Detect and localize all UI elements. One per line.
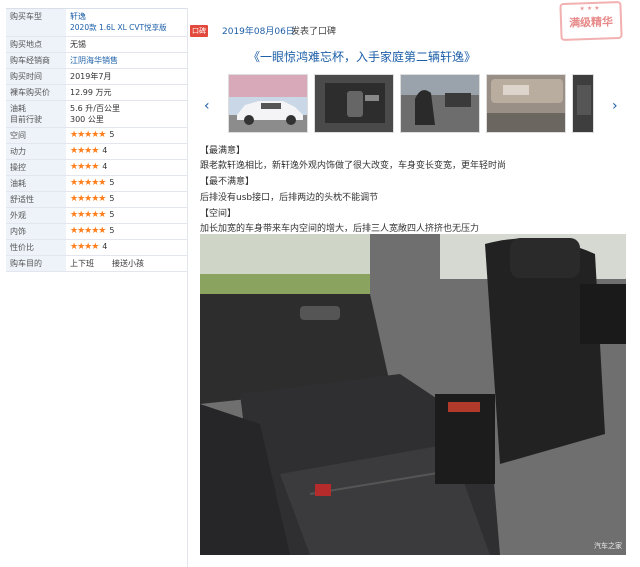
rating-row: 油耗 ★★★★★ 5 bbox=[6, 176, 187, 192]
gallery-thumb[interactable] bbox=[314, 74, 394, 133]
section-heading-space: 【空间】 bbox=[200, 209, 237, 219]
interior-photo[interactable]: 汽车之家 bbox=[200, 234, 626, 555]
essence-stamp: ★★★ 满级精华 bbox=[559, 0, 623, 42]
rating-row: 性价比 ★★★★ 4 bbox=[6, 240, 187, 256]
model-name[interactable]: 轩逸 bbox=[70, 12, 86, 21]
rear-seat-image bbox=[200, 234, 626, 555]
rating-key: 舒适性 bbox=[6, 192, 66, 207]
review-title[interactable]: 《一眼惊鸿难忘杯，入手家庭第二辆轩逸》 bbox=[248, 48, 476, 65]
rating-score: 5 bbox=[109, 130, 115, 139]
post-action: 发表了口碑 bbox=[291, 27, 337, 37]
gallery-thumb[interactable] bbox=[572, 74, 594, 133]
mileage-key: 目前行驶 bbox=[10, 115, 42, 124]
star-icons: ★★★★★ bbox=[70, 178, 106, 188]
star-icons: ★★★★★ bbox=[70, 226, 106, 236]
spec-panel: 购买车型 轩逸 2020款 1.6L XL CVT悦享版 购买地点 无锡 购车经… bbox=[6, 8, 187, 272]
column-divider bbox=[187, 8, 188, 567]
rating-row: 外观 ★★★★★ 5 bbox=[6, 208, 187, 224]
fuel-key: 油耗 bbox=[10, 104, 26, 113]
mileage-value: 300 公里 bbox=[70, 115, 104, 124]
rating-score: 5 bbox=[109, 194, 115, 203]
spec-key: 购买地点 bbox=[6, 37, 66, 52]
spec-key: 购车经销商 bbox=[6, 53, 66, 68]
watermark: 汽车之家 bbox=[594, 542, 622, 550]
front-seat-photo bbox=[401, 75, 479, 132]
partial-photo bbox=[573, 75, 593, 132]
section-text-worst: 后排没有usb接口，后排两边的头枕不能调节 bbox=[200, 193, 379, 203]
spec-value: 无锡 bbox=[70, 40, 86, 49]
spec-row-fuel: 油耗 目前行驶 5.6 升/百公里 300 公里 bbox=[6, 101, 187, 128]
stamp-stars: ★★★ bbox=[579, 4, 602, 13]
chevron-right-icon[interactable]: › bbox=[612, 98, 618, 114]
rating-key: 性价比 bbox=[6, 240, 66, 255]
dealer-link[interactable]: 江阴海华销售 bbox=[66, 53, 187, 68]
rating-row: 动力 ★★★★ 4 bbox=[6, 144, 187, 160]
rating-key: 油耗 bbox=[6, 176, 66, 191]
gallery-thumb[interactable] bbox=[486, 74, 566, 133]
spec-value: 2019年7月 bbox=[70, 72, 112, 81]
rating-row: 空间 ★★★★★ 5 bbox=[6, 128, 187, 144]
spec-key: 购买车型 bbox=[6, 9, 66, 36]
rating-score: 4 bbox=[102, 162, 108, 171]
stamp-text: 满级精华 bbox=[568, 15, 614, 30]
star-icons: ★★★★★ bbox=[70, 194, 106, 204]
purpose-item: 接送小孩 bbox=[112, 259, 144, 268]
spec-value: 5.6 升/百公里 300 公里 bbox=[66, 101, 187, 127]
spec-key: 购车目的 bbox=[6, 256, 66, 271]
photo-gallery: ‹ › bbox=[200, 72, 626, 136]
star-icons: ★★★★ bbox=[70, 242, 99, 252]
section-heading-worst: 【最不满意】 bbox=[200, 177, 255, 187]
spec-key: 购买时间 bbox=[6, 69, 66, 84]
spec-row-location: 购买地点 无锡 bbox=[6, 37, 187, 53]
rating-key: 内饰 bbox=[6, 224, 66, 239]
gallery-thumb[interactable] bbox=[228, 74, 308, 133]
purpose-values: 上下班 接送小孩 bbox=[66, 256, 187, 271]
rating-row: 舒适性 ★★★★★ 5 bbox=[6, 192, 187, 208]
rating-key: 空间 bbox=[6, 128, 66, 143]
chevron-left-icon[interactable]: ‹ bbox=[204, 98, 210, 114]
sun-visor-photo bbox=[487, 75, 565, 132]
post-date[interactable]: 2019年08月06日 bbox=[222, 24, 295, 37]
model-trim[interactable]: 2020款 1.6L XL CVT悦享版 bbox=[70, 22, 183, 33]
star-icons: ★★★★ bbox=[70, 162, 99, 172]
spec-row-model: 购买车型 轩逸 2020款 1.6L XL CVT悦享版 bbox=[6, 9, 187, 37]
section-heading-best: 【最满意】 bbox=[200, 146, 246, 156]
spec-value: 12.99 万元 bbox=[70, 88, 112, 97]
door-panel-photo bbox=[315, 75, 393, 132]
rating-score: 5 bbox=[109, 210, 115, 219]
rating-score: 4 bbox=[102, 242, 108, 251]
star-icons: ★★★★★ bbox=[70, 130, 106, 140]
fuel-value: 5.6 升/百公里 bbox=[70, 104, 120, 113]
section-text-best: 跟老款轩逸相比，新轩逸外观内饰做了很大改变，车身变长变宽，更年轻时尚 bbox=[200, 161, 507, 171]
rating-row: 操控 ★★★★ 4 bbox=[6, 160, 187, 176]
spec-key: 油耗 目前行驶 bbox=[6, 101, 66, 127]
rating-score: 4 bbox=[102, 146, 108, 155]
section-text-space: 加长加宽的车身带来车内空间的增大，后排三人宽敞四人挤挤也无压力 bbox=[200, 224, 480, 234]
rating-score: 5 bbox=[109, 226, 115, 235]
spec-row-purpose: 购车目的 上下班 接送小孩 bbox=[6, 256, 187, 272]
koubei-badge: 口碑 bbox=[190, 25, 208, 37]
star-icons: ★★★★★ bbox=[70, 210, 106, 220]
rating-key: 动力 bbox=[6, 144, 66, 159]
gallery-thumb[interactable] bbox=[400, 74, 480, 133]
spec-value-model[interactable]: 轩逸 2020款 1.6L XL CVT悦享版 bbox=[66, 9, 187, 36]
spec-row-dealer: 购车经销商 江阴海华销售 bbox=[6, 53, 187, 69]
rating-key: 操控 bbox=[6, 160, 66, 175]
rating-score: 5 bbox=[109, 178, 115, 187]
spec-row-date: 购买时间 2019年7月 bbox=[6, 69, 187, 85]
star-icons: ★★★★ bbox=[70, 146, 99, 156]
spec-row-price: 裸车购买价 12.99 万元 bbox=[6, 85, 187, 101]
purpose-item: 上下班 bbox=[70, 259, 94, 268]
rating-row: 内饰 ★★★★★ 5 bbox=[6, 224, 187, 240]
car-exterior-photo bbox=[229, 75, 307, 132]
spec-key: 裸车购买价 bbox=[6, 85, 66, 100]
rating-key: 外观 bbox=[6, 208, 66, 223]
